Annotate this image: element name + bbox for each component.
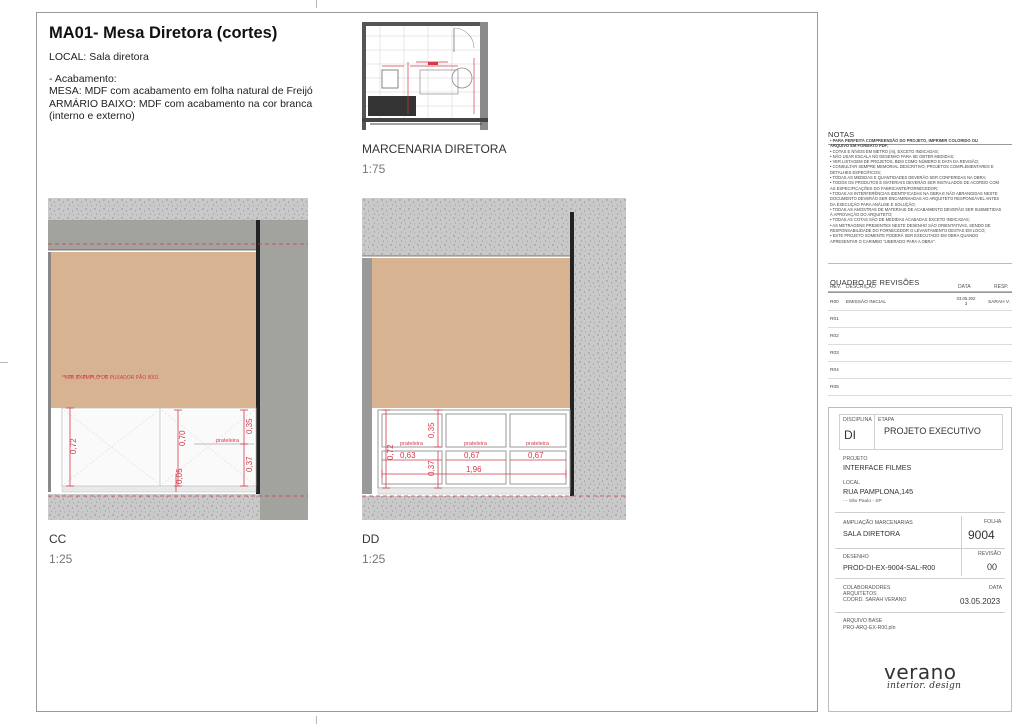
etapa-label: ETAPA: [878, 417, 895, 423]
fold-mark: [316, 0, 317, 8]
arquivo-value: PRO-ARQ-EX-R00.pln: [843, 625, 896, 631]
sheet-local: LOCAL: Sala diretora: [49, 51, 149, 63]
dd-dim-196: 1,96: [466, 465, 482, 474]
disciplina-label: DISCIPLINA: [843, 417, 872, 423]
cc-handle-note: VER EXEMPLO DE PUXADOR PÃO 9001: [64, 374, 159, 381]
dd-shelf-label: prateleira: [526, 441, 550, 447]
col-resp: RESP.: [994, 284, 1009, 290]
view-label: CC: [49, 532, 67, 546]
finish-line: - Acabamento:: [49, 73, 117, 85]
note-item: APRESENTAR O CARIMBO "LIBERADO PARA A OB…: [830, 238, 936, 244]
data-value: 03.05.2023: [960, 597, 1001, 606]
ampliacao-label: AMPLIAÇÃO MARCENARIAS: [843, 520, 913, 526]
dd-dim-037: 0,37: [427, 460, 436, 476]
revision-row: R01: [828, 311, 1012, 328]
discipline-box: DISCIPLINA DI ETAPA PROJETO EXECUTIVO: [839, 414, 1003, 450]
arquivo-label: ARQUIVO BASE: [843, 618, 883, 624]
dd-dim-035: 0,35: [427, 422, 436, 438]
revision-rev: R04: [830, 368, 839, 373]
note-item: DOCUMENTO DEVERÃO SER ENCAMINHADAS AO AR…: [830, 196, 1000, 202]
sheet-title: MA01- Mesa Diretora (cortes): [49, 24, 278, 42]
dd-dim-063: 0,63: [400, 451, 416, 460]
dd-dim-072: 0,72: [386, 444, 395, 460]
notes-list: • PARA PERFEITA COMPREENSÃO DO PROJETO, …: [830, 138, 1010, 244]
fold-mark: [316, 716, 317, 724]
view-scale: 1:25: [49, 552, 73, 566]
revision-desc: EMISSÃO INICIAL: [846, 300, 886, 305]
fold-mark: [0, 362, 8, 363]
cc-dim-005: 0,05: [175, 468, 184, 484]
finish-line: (interno e externo): [49, 110, 135, 123]
section-cc-drawing: 0,72 0,70 0,35 0,37 0,05 prateleira VER …: [48, 198, 308, 520]
view-scale: 1:25: [362, 552, 386, 566]
cc-dim-072: 0,72: [69, 438, 78, 454]
projeto-label: PROJETO: [843, 456, 868, 462]
view-label: MARCENARIA DIRETORA: [362, 142, 507, 156]
dd-dim-067b: 0,67: [528, 451, 544, 460]
revision-rev: R01: [830, 317, 839, 322]
revision-rev: R00: [830, 300, 839, 305]
dd-shelf-label: prateleira: [400, 441, 424, 447]
cc-dim-035: 0,35: [245, 418, 254, 434]
revision-rev: R05: [830, 385, 839, 390]
revision-rev: R03: [830, 351, 839, 356]
desenho-value: PROD-DI-EX-9004-SAL-R00: [843, 563, 936, 572]
ampliacao-value: SALA DIRETORA: [843, 529, 900, 538]
verano-logo-tagline: interior. design: [887, 681, 962, 691]
local-label: LOCAL: [843, 480, 861, 486]
revision-row: R00 EMISSÃO INICIAL 03.05.202 3 SARAH V.: [828, 294, 1012, 311]
dd-shelf-label: prateleira: [464, 441, 488, 447]
projeto-value: INTERFACE FILMES: [843, 463, 912, 472]
section-dd-drawing: 0,72 0,35 0,37 0,63 0,67 0,67 1,96 prate…: [362, 198, 626, 520]
revision-row: R05: [828, 379, 1012, 396]
data-label: DATA: [989, 585, 1003, 591]
revision-resp: SARAH V.: [988, 300, 1010, 305]
finish-specs: - Acabamento: MESA: MDF com acabamento e…: [49, 73, 313, 123]
revisions-columns: REV. DESCRIÇÃO DATA RESP.: [828, 282, 1012, 292]
revision-row: R04: [828, 362, 1012, 379]
col-date: DATA: [958, 284, 971, 290]
revisao-label: REVISÃO: [978, 551, 1002, 557]
drawing-sheet: MA01- Mesa Diretora (cortes) LOCAL: Sala…: [0, 0, 1024, 724]
cc-dim-037: 0,37: [245, 456, 254, 472]
notes-section: NOTAS • PARA PERFEITA COMPREENSÃO DO PRO…: [828, 124, 1012, 264]
revisions-section: QUADRO DE REVISÕES REV. DESCRIÇÃO DATA R…: [828, 270, 1012, 400]
view-label: DD: [362, 532, 380, 546]
revision-date: 03.05.202 3: [956, 296, 976, 306]
cc-shelf-label: prateleira: [216, 438, 240, 444]
finish-line: MESA: MDF com acabamento em folha natura…: [49, 85, 313, 98]
note-item: • TODOS OS PRODUTOS E MATERIAIS DEVERÃO …: [830, 180, 999, 186]
revision-row: R02: [828, 328, 1012, 345]
revision-row: R03: [828, 345, 1012, 362]
dd-dim-067a: 0,67: [464, 451, 480, 460]
local-value: RUA PAMPLONA,145: [843, 487, 914, 496]
col-desc: DESCRIÇÃO: [846, 284, 876, 290]
cc-dim-070: 0,70: [178, 430, 187, 446]
coord-value: COORD. SARAH VERANO: [843, 597, 907, 603]
folha-label: FOLHA: [984, 519, 1002, 525]
note-item: • CONSULTAR SEMPRE MEMORIAL DESCRITIVO, …: [830, 164, 994, 170]
revisao-value: 00: [987, 562, 998, 572]
revision-rev: R02: [830, 334, 839, 339]
plan-drawing: [362, 22, 488, 130]
cidade-value: - - São Paulo - SP: [843, 499, 882, 504]
col-rev: REV.: [830, 284, 842, 290]
folha-value: 9004: [968, 528, 995, 542]
disciplina-value: DI: [844, 428, 856, 442]
finish-line: ARMÁRIO BAIXO: MDF com acabamento na cor…: [49, 97, 313, 110]
desenho-label: DESENHO: [843, 554, 869, 560]
etapa-value: PROJETO EXECUTIVO: [884, 426, 981, 436]
view-scale: 1:75: [362, 162, 386, 176]
